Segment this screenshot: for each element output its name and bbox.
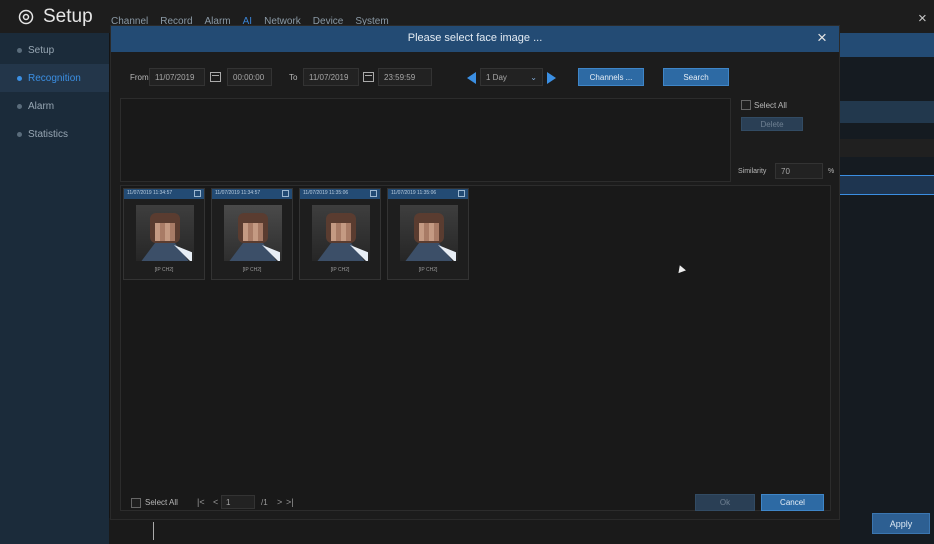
range-value: 1 Day: [486, 73, 507, 82]
similarity-input[interactable]: 70: [775, 163, 823, 179]
from-time-field[interactable]: 00:00:00: [227, 68, 272, 86]
sidebar: Setup Recognition Alarm Statistics: [0, 33, 109, 544]
calendar-icon[interactable]: [363, 72, 374, 82]
dialog-title: Please select face image ...: [407, 32, 543, 44]
thumbnail-channel: [IP CH2]: [330, 267, 350, 273]
channels-button[interactable]: Channels ...: [578, 68, 644, 86]
prev-page-icon[interactable]: <: [213, 497, 218, 507]
sidebar-item-alarm[interactable]: Alarm: [0, 92, 109, 120]
face-thumbnail[interactable]: 11/07/2019 11:34:57 [IP CH2]: [123, 188, 205, 280]
to-date-field[interactable]: 11/07/2019: [303, 68, 359, 86]
to-time-field[interactable]: 23:59:59: [378, 68, 432, 86]
select-all-label: Select All: [754, 101, 787, 110]
face-pixelated: [419, 223, 439, 241]
page-total: /1: [261, 498, 268, 507]
similarity-label: Similarity: [738, 168, 767, 175]
sidebar-item-label: Statistics: [28, 128, 69, 140]
footer-select-all-checkbox[interactable]: [131, 498, 141, 508]
background-header: [840, 33, 934, 57]
reference-face-panel[interactable]: [120, 98, 731, 182]
face-image: [136, 205, 194, 261]
range-select[interactable]: 1 Day ⌄: [480, 68, 543, 86]
gear-icon: [18, 9, 34, 25]
background-row-selected: [840, 175, 934, 195]
prev-range-icon[interactable]: [467, 72, 476, 84]
last-page-icon[interactable]: >|: [286, 497, 294, 507]
bullet-icon: [17, 103, 22, 109]
face-thumbnail[interactable]: 11/07/2019 11:34:57 [IP CH2]: [211, 188, 293, 280]
bullet-icon: [17, 131, 22, 137]
face-pixelated: [155, 223, 175, 241]
background-row: [840, 101, 934, 123]
thumbnail-timestamp: 11/07/2019 11:35:06: [391, 190, 437, 196]
sidebar-item-label: Recognition: [28, 72, 81, 84]
thumbnail-checkbox[interactable]: [370, 190, 377, 197]
app-title: Setup: [43, 6, 93, 27]
footer-select-all-label: Select All: [145, 498, 178, 507]
first-page-icon[interactable]: |<: [197, 497, 205, 507]
thumbnail-timestamp: 11/07/2019 11:34:57: [215, 190, 261, 196]
face-image: [400, 205, 458, 261]
bullet-icon: [17, 75, 22, 81]
bullet-icon: [17, 47, 22, 53]
chevron-down-icon: ⌄: [530, 73, 537, 82]
apply-button[interactable]: Apply: [872, 513, 930, 534]
next-range-icon[interactable]: [547, 72, 556, 84]
cancel-button[interactable]: Cancel: [761, 494, 824, 511]
thumbnail-channel: [IP CH2]: [242, 267, 262, 273]
face-image: [224, 205, 282, 261]
face-thumbnail[interactable]: 11/07/2019 11:35:06 [IP CH2]: [299, 188, 381, 280]
background-footer: [109, 518, 840, 544]
sidebar-item-label: Setup: [28, 44, 55, 56]
from-label: From: [130, 73, 149, 82]
sidebar-item-statistics[interactable]: Statistics: [0, 120, 109, 148]
face-pixelated: [243, 223, 263, 241]
face-select-dialog: Please select face image ... × From 11/0…: [110, 25, 840, 520]
face-thumbnail[interactable]: 11/07/2019 11:35:06 [IP CH2]: [387, 188, 469, 280]
thumbnail-channel: [IP CH2]: [418, 267, 438, 273]
sidebar-item-recognition[interactable]: Recognition: [0, 64, 109, 92]
thumbnail-timestamp: 11/07/2019 11:35:06: [303, 190, 349, 196]
window-close-icon[interactable]: ×: [918, 10, 927, 27]
thumbnail-timestamp: 11/07/2019 11:34:57: [127, 190, 173, 196]
dialog-close-icon[interactable]: ×: [817, 28, 827, 48]
calendar-icon[interactable]: [210, 72, 221, 82]
to-label: To: [289, 73, 298, 82]
thumbnail-channel: [IP CH2]: [154, 267, 174, 273]
sidebar-item-label: Alarm: [28, 100, 55, 112]
text-cursor: [153, 522, 154, 540]
select-all-checkbox[interactable]: [741, 100, 751, 110]
thumbnail-checkbox[interactable]: [282, 190, 289, 197]
background-row: [840, 139, 934, 157]
face-image: [312, 205, 370, 261]
sidebar-item-setup[interactable]: Setup: [0, 36, 109, 64]
similarity-unit: %: [828, 168, 835, 175]
thumbnail-checkbox[interactable]: [458, 190, 465, 197]
page-input[interactable]: 1: [221, 495, 255, 509]
from-date-field[interactable]: 11/07/2019: [149, 68, 205, 86]
face-pixelated: [331, 223, 351, 241]
ok-button[interactable]: Ok: [695, 494, 755, 511]
next-page-icon[interactable]: >: [277, 497, 282, 507]
delete-button[interactable]: Delete: [741, 117, 803, 131]
search-button[interactable]: Search: [663, 68, 729, 86]
thumbnail-checkbox[interactable]: [194, 190, 201, 197]
